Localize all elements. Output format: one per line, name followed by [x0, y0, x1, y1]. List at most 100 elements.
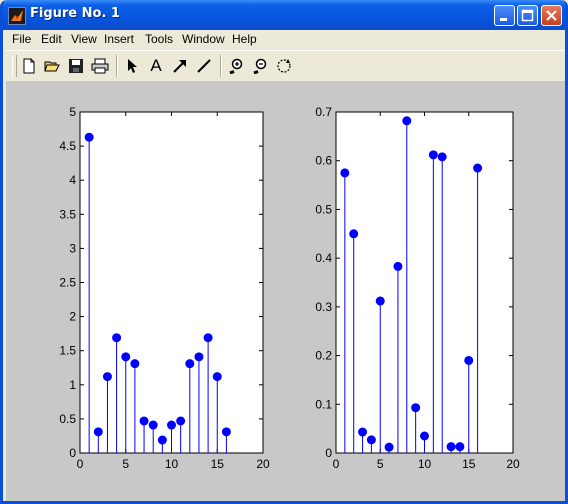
y-tick-label: 0.2: [315, 349, 332, 363]
zoom-out-button[interactable]: [250, 56, 270, 76]
stem-marker: [148, 420, 158, 430]
stem-marker: [157, 435, 167, 445]
stem-marker: [84, 132, 94, 142]
menu-file[interactable]: File: [12, 32, 31, 46]
figure-window: Figure No. 1 File Edit View Insert Tools…: [0, 0, 568, 504]
maximize-button[interactable]: [517, 5, 538, 26]
stem-marker: [130, 359, 140, 369]
stem-marker: [112, 333, 122, 343]
x-tick-label: 10: [418, 457, 432, 471]
zoom-out-icon: [253, 58, 267, 74]
text-tool-icon: A: [150, 56, 162, 75]
stem-marker: [375, 296, 385, 306]
close-button[interactable]: [541, 5, 562, 26]
figure-canvas: 0 5 10 15 20 0 0.5 1 1.5 2 2.5 3 3.5 4 4.5 5 0 5 10 15 20 0 0.…: [6, 81, 565, 501]
stem-marker: [221, 427, 231, 437]
stem-marker: [349, 229, 359, 239]
y-tick-label: 0.6: [315, 154, 332, 168]
maximize-icon: [521, 9, 534, 22]
y-tick-label: 0.5: [315, 202, 332, 216]
stem-marker: [358, 427, 368, 437]
menu-view[interactable]: View: [71, 32, 97, 46]
menu-help[interactable]: Help: [232, 32, 257, 46]
printer-icon: [91, 58, 109, 74]
y-tick-label: 1: [69, 378, 76, 392]
save-button[interactable]: [66, 56, 86, 76]
stem-marker: [437, 152, 447, 162]
stem-plots: 0 5 10 15 20 0 0.5 1 1.5 2 2.5 3 3.5 4 4.5 5 0 5 10 15 20 0 0.…: [59, 105, 520, 471]
stem-marker: [366, 435, 376, 445]
stem-marker: [384, 442, 394, 452]
save-disk-icon: [69, 59, 83, 73]
minimize-icon: [500, 18, 507, 21]
stem-marker: [212, 372, 222, 382]
stem-marker: [93, 427, 103, 437]
stem-marker: [402, 116, 412, 126]
rotate-icon: [277, 59, 291, 73]
x-tick-label: 0: [77, 457, 84, 471]
matlab-logo-icon: [8, 7, 26, 25]
x-tick-label: 10: [165, 457, 179, 471]
menu-window[interactable]: Window: [182, 32, 225, 46]
stem-marker: [167, 420, 176, 430]
zoom-in-icon: [229, 58, 243, 74]
toolbar-grip[interactable]: [12, 55, 17, 77]
stem-marker: [176, 416, 186, 426]
y-tick-label: 0.3: [315, 300, 332, 314]
rotate-3d-button[interactable]: [274, 56, 294, 76]
open-file-button[interactable]: [42, 56, 62, 76]
stem-marker: [473, 163, 483, 173]
window-title: Figure No. 1: [30, 6, 120, 21]
insert-arrow-button[interactable]: [170, 56, 190, 76]
x-tick-label: 20: [256, 457, 270, 471]
stem-marker: [420, 431, 429, 441]
stem-marker: [455, 442, 465, 452]
y-tick-label: 2: [69, 310, 76, 324]
select-arrow-button[interactable]: [122, 56, 142, 76]
toolbar-separator: [220, 55, 222, 77]
stem-marker: [428, 150, 438, 160]
stem-marker: [139, 416, 149, 426]
stem-marker: [464, 355, 474, 365]
new-figure-button[interactable]: [19, 56, 39, 76]
close-icon: [546, 10, 557, 21]
zoom-in-button[interactable]: [226, 56, 246, 76]
stem-marker: [411, 403, 421, 413]
x-tick-label: 15: [211, 457, 225, 471]
x-tick-label: 0: [333, 457, 340, 471]
x-tick-label: 15: [462, 457, 476, 471]
insert-line-button[interactable]: [194, 56, 214, 76]
x-tick-label: 20: [506, 457, 520, 471]
x-tick-label: 5: [377, 457, 384, 471]
diagonal-arrow-icon: [173, 60, 186, 73]
y-tick-label: 1.5: [59, 344, 76, 358]
y-tick-label: 0.4: [315, 251, 332, 265]
stem-marker: [121, 352, 131, 362]
figure-toolbar: A: [6, 50, 565, 82]
toolbar-separator: [116, 55, 118, 77]
y-tick-label: 4: [69, 173, 76, 187]
insert-text-button[interactable]: A: [146, 56, 166, 76]
stem-marker: [446, 442, 456, 452]
minimize-button[interactable]: [494, 5, 515, 26]
y-tick-label: 0: [69, 446, 76, 460]
stem-marker: [393, 261, 403, 271]
y-tick-label: 4.5: [59, 139, 76, 153]
menu-tools[interactable]: Tools: [145, 32, 173, 46]
new-file-icon: [23, 58, 35, 74]
y-tick-label: 0: [325, 446, 332, 460]
print-button[interactable]: [90, 56, 110, 76]
line-icon: [197, 59, 211, 73]
y-tick-label: 5: [69, 105, 76, 119]
stem-marker: [340, 168, 350, 178]
stem-marker: [102, 372, 112, 382]
y-tick-label: 3.5: [59, 207, 76, 221]
open-folder-icon: [44, 61, 60, 72]
y-tick-label: 0.7: [315, 105, 332, 119]
menu-insert[interactable]: Insert: [104, 32, 134, 46]
menu-edit[interactable]: Edit: [41, 32, 62, 46]
cursor-arrow-icon: [128, 59, 137, 73]
axes-2: [335, 111, 514, 454]
stem-marker: [194, 352, 204, 362]
title-bar[interactable]: Figure No. 1: [3, 0, 565, 30]
